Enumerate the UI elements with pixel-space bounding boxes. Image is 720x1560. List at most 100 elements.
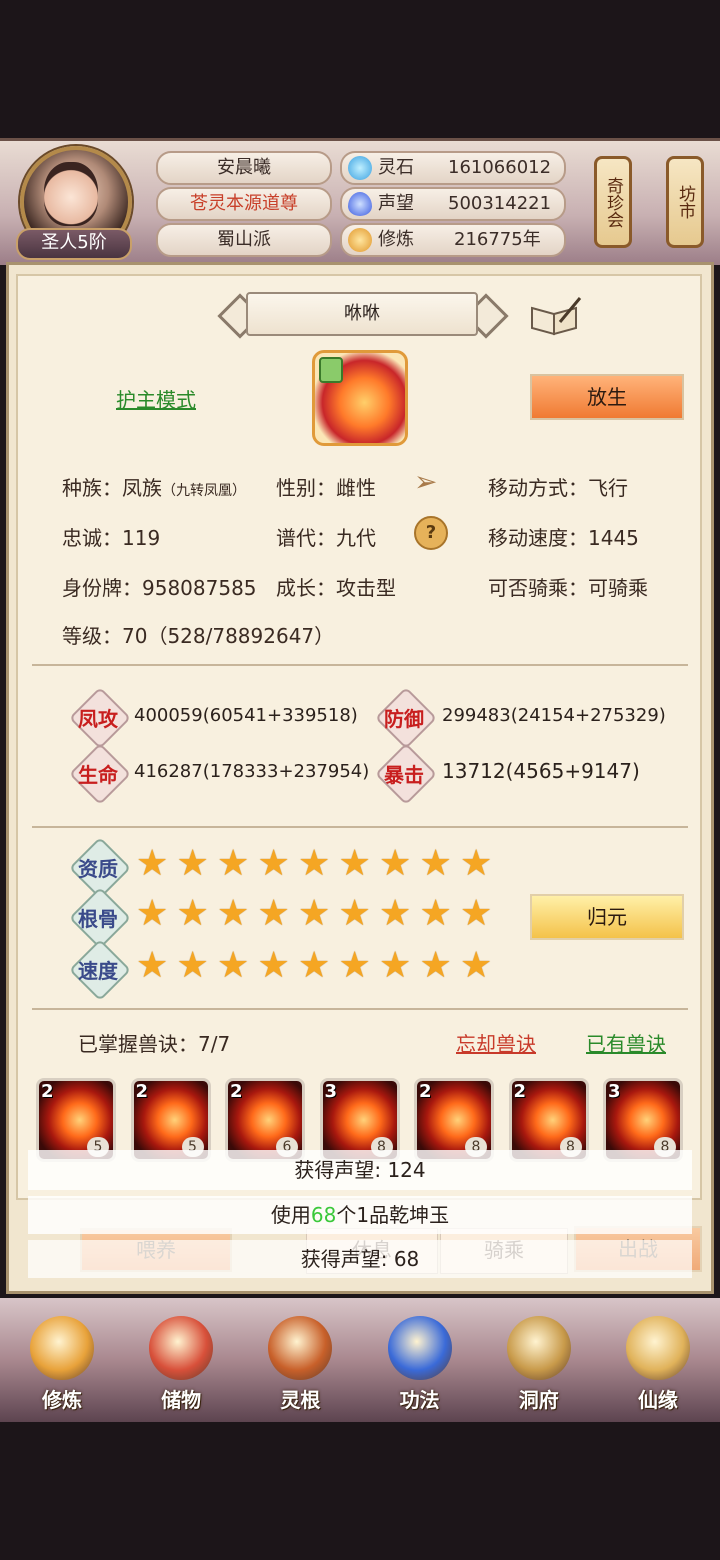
id-row: 身份牌：958087585 [62,576,257,600]
resource-spirit-stone: 灵石 161066012 [340,151,566,185]
star-icon: ★ [257,893,290,934]
guard-mode-link[interactable]: 护主模式 [116,384,196,413]
nav-item-monk[interactable]: 修炼 [12,1306,112,1416]
star-icon: ★ [460,893,493,934]
nav-label: 灵根 [280,1388,321,1412]
star-icon: ★ [298,893,331,934]
level-row: 等级：70（528/78892647） [62,624,335,648]
resource-reputation: 声望 500314221 [340,187,566,221]
race-row: 种族：凤族（九转凤凰） [62,476,246,500]
nav-label: 仙缘 [637,1388,678,1412]
avatar-face [44,162,98,226]
star-icon: ★ [338,893,371,934]
player-title: 苍灵本源道尊 [156,187,332,221]
aptitude-stars: ★ ★ ★ ★ ★ ★ ★ ★ ★ [136,846,501,882]
release-button[interactable]: 放生 [530,374,684,420]
nav-label: 洞府 [518,1388,559,1412]
treasure-fair-button[interactable]: 奇珍会 [594,156,632,248]
growth-row: 成长：攻击型 [276,576,396,600]
gourd-icon [625,1316,690,1380]
skill-level: 3 [608,1081,621,1102]
toast-reputation-124: 获得声望: 124 [28,1150,692,1190]
star-icon: ★ [257,945,290,986]
reputation-icon [348,192,372,216]
forget-skill-link[interactable]: 忘却兽诀 [456,1028,536,1057]
owned-skills-link[interactable]: 已有兽诀 [586,1028,666,1057]
bag-icon [149,1316,214,1380]
skills-count: 已掌握兽诀：7/7 [78,1032,231,1056]
stat-value-hp: 416287(178333+237954) [134,761,370,782]
reset-button[interactable]: 归元 [530,894,684,940]
bottom-nav-items: 修炼 储物 灵根 功法 洞府 仙缘 [12,1306,708,1416]
speed-stars: ★ ★ ★ ★ ★ ★ ★ ★ ★ [136,948,501,984]
generation-row: 谱代：九代 [276,526,376,550]
monk-icon [30,1316,94,1380]
gender-arrow-icon[interactable]: ➢ [414,468,444,498]
nav-label: 功法 [399,1388,440,1412]
bone-label: 根骨 [78,907,118,931]
stat-label-crit: 暴击 [384,763,424,787]
rideable-row: 可否骑乘：可骑乘 [488,576,648,600]
rank-badge: 圣人5阶 [16,228,132,260]
skill-level: 2 [135,1081,149,1102]
star-icon: ★ [136,843,169,884]
nav-item-bag[interactable]: 储物 [131,1306,231,1416]
star-icon: ★ [257,843,290,884]
star-icon: ★ [298,945,331,986]
skill-level: 2 [513,1081,527,1102]
spirit-root-icon [268,1316,333,1380]
skill-level: 2 [41,1081,54,1102]
star-icon: ★ [379,843,412,884]
star-icon: ★ [217,843,250,884]
pet-name[interactable]: 咻咻 [246,292,478,336]
cultivation-icon [348,228,372,252]
nav-item-cave-mansion[interactable]: 洞府 [489,1306,589,1416]
star-icon: ★ [419,945,452,986]
toast-use-item: 使用68个1品乾坤玉 [28,1196,692,1234]
nav-label: 修炼 [42,1388,82,1412]
market-button[interactable]: 坊市 [666,156,704,248]
stat-label-defense: 防御 [384,707,424,731]
stat-label-hp: 生命 [78,763,118,787]
aptitude-label: 资质 [78,857,118,881]
star-icon: ★ [176,945,209,986]
star-icon: ★ [379,893,412,934]
divider [32,826,688,828]
star-icon: ★ [338,945,371,986]
stat-value-attack: 400059(60541+339518) [134,705,358,726]
nav-item-book[interactable]: 功法 [370,1306,470,1416]
stat-value-defense: 299483(24154+275329) [442,705,666,726]
star-icon: ★ [460,945,493,986]
speed-label: 速度 [78,959,118,983]
help-icon[interactable]: ? [414,516,448,550]
resource-cultivation: 修炼 216775年 [340,223,566,257]
star-icon: ★ [176,893,209,934]
player-sect: 蜀山派 [156,223,332,257]
nav-item-spirit-root[interactable]: 灵根 [250,1306,350,1416]
rename-book-icon[interactable] [530,296,582,336]
skill-level: 3 [324,1081,338,1102]
divider [32,664,688,666]
stat-value-crit: 13712(4565+9147) [442,759,640,783]
gender-row: 性别：雌性 [276,476,376,500]
stat-label-attack: 凤攻 [78,707,118,731]
toast-reputation-68: 获得声望: 68 [28,1240,692,1278]
star-icon: ★ [136,945,169,986]
star-icon: ★ [217,893,250,934]
nav-item-gourd[interactable]: 仙缘 [608,1306,708,1416]
nav-label: 储物 [161,1388,202,1412]
divider [32,1008,688,1010]
cave-mansion-icon [506,1316,571,1380]
star-icon: ★ [217,945,250,986]
skill-level: 2 [230,1081,243,1102]
bone-stars: ★ ★ ★ ★ ★ ★ ★ ★ ★ [136,896,501,932]
lock-icon[interactable] [319,357,343,383]
book-icon [387,1316,452,1380]
star-icon: ★ [419,893,452,934]
star-icon: ★ [419,843,452,884]
star-icon: ★ [136,893,169,934]
loyalty-row: 忠诚：119 [62,526,161,550]
star-icon: ★ [338,843,371,884]
move-mode-row: 移动方式：飞行 [488,476,628,500]
star-icon: ★ [176,843,209,884]
